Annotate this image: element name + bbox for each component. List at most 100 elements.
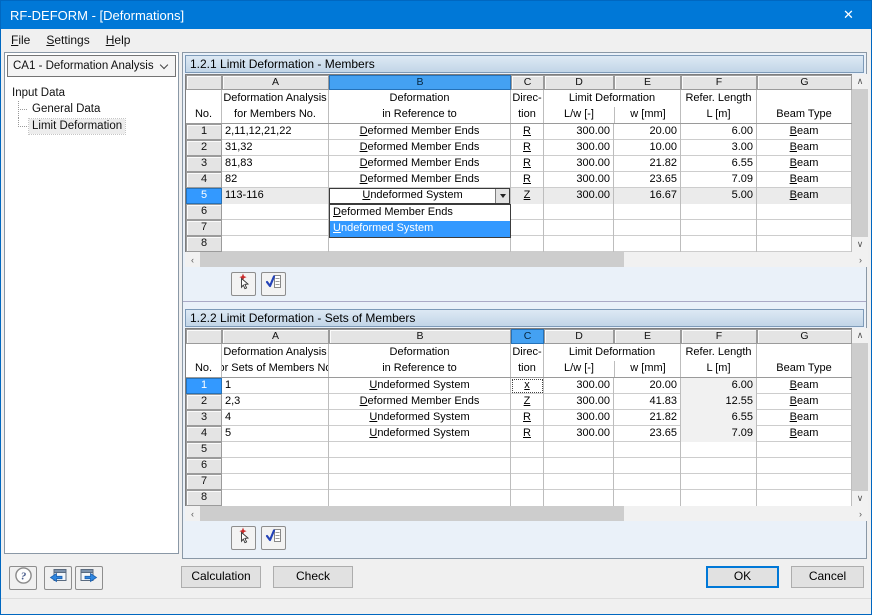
scroll-down-button[interactable]: ∨ [852,491,868,506]
cell-g[interactable]: Beam [757,140,852,156]
cell-b[interactable]: Undeformed System [329,410,511,426]
combo-dropdown-button[interactable] [495,189,509,203]
cell-f[interactable] [681,204,757,220]
corner-cell[interactable] [186,329,222,344]
cell-g[interactable]: Beam [757,426,852,442]
cell-c[interactable]: R [511,140,544,156]
cell-a[interactable]: 81,83 [222,156,329,172]
cell-d[interactable]: 300.00 [544,156,614,172]
calculation-button[interactable]: Calculation [181,566,261,588]
cell-c[interactable]: R [511,156,544,172]
row-number[interactable]: 3 [186,410,222,426]
cell-e[interactable] [614,204,681,220]
cell-a[interactable] [222,442,329,458]
cell-e[interactable]: 41.83 [614,394,681,410]
cell-a[interactable] [222,458,329,474]
row-number[interactable]: 6 [186,458,222,474]
horizontal-scrollbar[interactable]: ‹› [185,506,868,521]
menu-file[interactable]: File [3,31,38,49]
sidebar-item-general-data[interactable]: General Data [9,101,176,118]
menu-settings[interactable]: Settings [38,31,97,49]
previous-module-button[interactable] [44,566,72,590]
deformation-reference-combobox[interactable]: Undeformed System [329,188,510,204]
cell-f[interactable] [681,220,757,236]
cell-f[interactable]: 7.09 [681,172,757,188]
cell-e[interactable]: 21.82 [614,410,681,426]
cell-e[interactable]: 21.82 [614,156,681,172]
horizontal-scrollbar[interactable]: ‹› [185,252,868,267]
row-number[interactable]: 5 [186,188,222,204]
cell-f[interactable]: 6.00 [681,124,757,140]
cell-a[interactable]: 4 [222,410,329,426]
scroll-up-button[interactable]: ∧ [852,74,868,89]
cell-f[interactable] [681,490,757,506]
vertical-scrollbar[interactable]: ∧∨ [852,74,868,252]
row-number[interactable]: 8 [186,490,222,506]
row-number[interactable]: 1 [186,124,222,140]
cell-e[interactable] [614,490,681,506]
dropdown-option[interactable]: Deformed Member Ends [330,205,510,221]
column-letter-D[interactable]: D [544,75,614,90]
cell-d[interactable] [544,204,614,220]
column-letter-C[interactable]: C [511,75,544,90]
cell-f[interactable]: 12.55 [681,394,757,410]
cell-b[interactable] [329,236,511,252]
scroll-left-button[interactable]: ‹ [185,506,200,521]
cell-b[interactable] [329,442,511,458]
cell-b[interactable] [329,490,511,506]
cell-e[interactable]: 23.65 [614,426,681,442]
row-number[interactable]: 3 [186,156,222,172]
cell-f[interactable]: 3.00 [681,140,757,156]
cell-c[interactable]: R [511,410,544,426]
cell-b[interactable]: Deformed Member Ends [329,172,511,188]
cell-c[interactable]: R [511,426,544,442]
cell-a[interactable]: 2,3 [222,394,329,410]
cell-d[interactable]: 300.00 [544,188,614,204]
cell-d[interactable] [544,474,614,490]
cell-f[interactable]: 6.00 [681,378,757,394]
scrollbar-thumb[interactable] [200,252,624,267]
cell-d[interactable]: 300.00 [544,426,614,442]
cell-e[interactable] [614,458,681,474]
cell-g[interactable]: Beam [757,188,852,204]
cell-a[interactable]: 2,11,12,21,22 [222,124,329,140]
cell-f[interactable]: 6.55 [681,156,757,172]
cell-d[interactable]: 300.00 [544,378,614,394]
column-letter-E[interactable]: E [614,329,681,344]
cell-b[interactable]: Undeformed System [329,188,511,204]
column-letter-A[interactable]: A [222,329,329,344]
scroll-right-button[interactable]: › [853,252,868,267]
cell-a[interactable]: 82 [222,172,329,188]
cell-f[interactable]: 7.09 [681,426,757,442]
cell-b[interactable] [329,474,511,490]
row-number[interactable]: 7 [186,220,222,236]
column-letter-F[interactable]: F [681,329,757,344]
cell-d[interactable] [544,458,614,474]
scroll-up-button[interactable]: ∧ [852,328,868,343]
cell-a[interactable]: 31,32 [222,140,329,156]
dropdown-option[interactable]: Undeformed System [330,221,510,237]
cell-g[interactable]: Beam [757,124,852,140]
cell-g[interactable] [757,220,852,236]
column-letter-B[interactable]: B [329,75,511,90]
column-letter-D[interactable]: D [544,329,614,344]
cell-a[interactable] [222,220,329,236]
cell-c[interactable] [511,458,544,474]
column-letter-F[interactable]: F [681,75,757,90]
cell-e[interactable] [614,220,681,236]
cell-b[interactable]: Deformed Member Ends [329,394,511,410]
scrollbar-thumb[interactable] [852,343,868,491]
row-number[interactable]: 6 [186,204,222,220]
cell-d[interactable]: 300.00 [544,124,614,140]
column-letter-B[interactable]: B [329,329,511,344]
row-number[interactable]: 5 [186,442,222,458]
row-number[interactable]: 7 [186,474,222,490]
ok-button[interactable]: OK [706,566,779,588]
cell-f[interactable]: 5.00 [681,188,757,204]
cell-g[interactable] [757,204,852,220]
cell-b[interactable]: Deformed Member Ends [329,156,511,172]
cell-e[interactable] [614,442,681,458]
cell-c[interactable]: R [511,172,544,188]
column-letter-C[interactable]: C [511,329,544,344]
row-number[interactable]: 2 [186,140,222,156]
